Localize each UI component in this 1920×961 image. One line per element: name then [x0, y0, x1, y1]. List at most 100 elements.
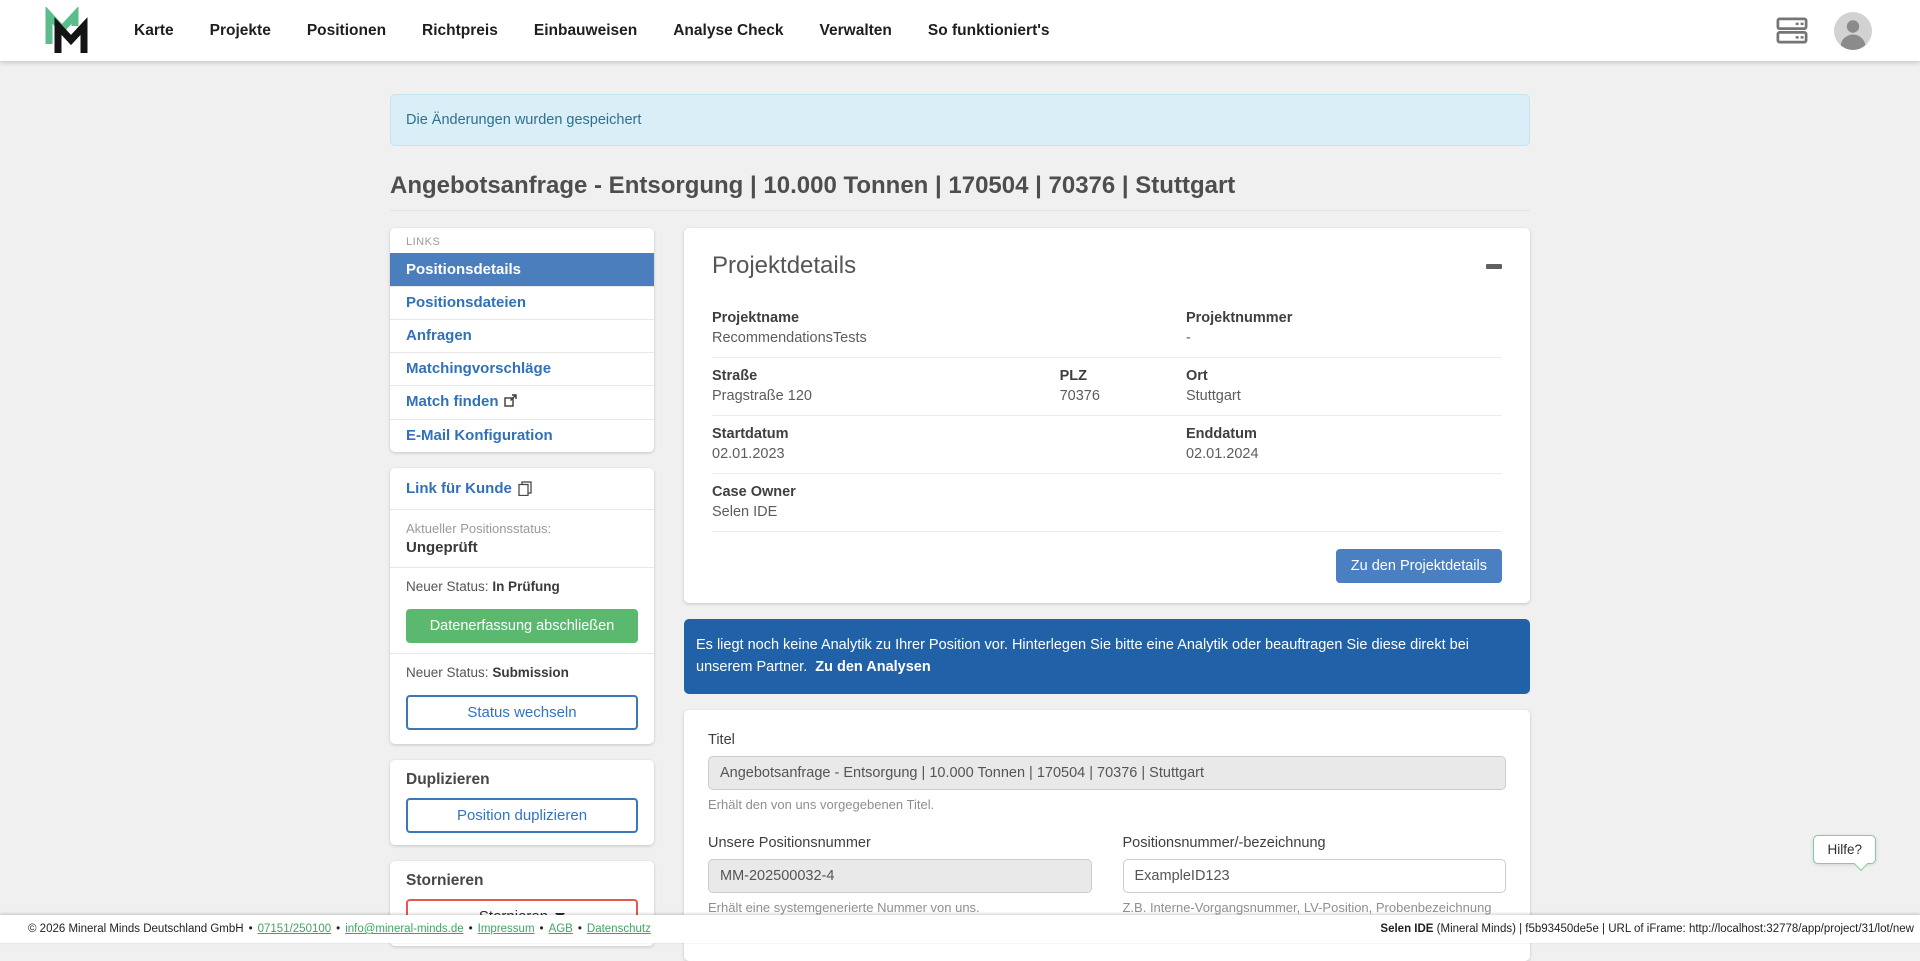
page-container: Die Änderungen wurden gespeichert Angebo… [390, 94, 1530, 961]
footer-agb-link[interactable]: AGB [549, 923, 573, 935]
field-value: RecommendationsTests [712, 330, 1186, 346]
nav-item-richtpreis[interactable]: Richtpreis [404, 22, 516, 40]
current-status-label: Aktueller Positionsstatus: [406, 521, 638, 536]
titel-label: Titel [708, 732, 1506, 748]
nav-item-karte[interactable]: Karte [116, 22, 192, 40]
sidebar-item-match-finden[interactable]: Match finden [390, 385, 654, 419]
nav-item-positionen[interactable]: Positionen [289, 22, 404, 40]
our-position-number-group: Unsere Positionsnummer Erhält eine syste… [708, 835, 1092, 915]
nav-item-so-funktionierts[interactable]: So funktioniert's [910, 22, 1068, 40]
nav-item-einbauweisen[interactable]: Einbauweisen [516, 22, 655, 40]
field-value: 02.01.2023 [712, 446, 1186, 462]
our-position-number-help: Erhält eine systemgenerierte Nummer von … [708, 900, 1092, 915]
field-label: Ort [1186, 368, 1502, 384]
nav-item-projekte[interactable]: Projekte [192, 22, 289, 40]
footer-email-link[interactable]: info@mineral-minds.de [345, 923, 463, 935]
sidebar-item-positionsdetails[interactable]: Positionsdetails [390, 253, 654, 286]
footer: © 2026 Mineral Minds Deutschland GmbH • … [0, 915, 1920, 943]
user-avatar-icon[interactable] [1834, 12, 1872, 50]
new-status-value: In Prüfung [492, 579, 560, 594]
field-label: Enddatum [1186, 426, 1502, 442]
titel-input[interactable] [708, 756, 1506, 790]
sidebar-item-email-konfiguration[interactable]: E-Mail Konfiguration [390, 419, 654, 452]
field-label: Case Owner [712, 484, 1502, 500]
footer-phone-link[interactable]: 07151/250100 [258, 923, 332, 935]
divider [390, 509, 654, 510]
divider [390, 653, 654, 654]
mineral-minds-logo[interactable] [42, 7, 90, 55]
field-label: Straße [712, 368, 1060, 384]
duplicate-position-button[interactable]: Position duplizieren [406, 798, 638, 833]
field-label: Projektnummer [1186, 310, 1502, 326]
help-button[interactable]: Hilfe? [1813, 835, 1876, 864]
to-project-details-button[interactable]: Zu den Projektdetails [1336, 549, 1502, 583]
sidebar-item-label: Matchingvorschläge [406, 360, 551, 377]
field-label: Startdatum [712, 426, 1186, 442]
footer-separator: • [469, 923, 473, 935]
project-row-address: Straße Pragstraße 120 PLZ 70376 Ort Stut… [712, 358, 1502, 416]
footer-impressum-link[interactable]: Impressum [478, 923, 535, 935]
footer-separator: • [336, 923, 340, 935]
project-details-heading: Projektdetails [712, 252, 856, 280]
sidebar-item-positionsdateien[interactable]: Positionsdateien [390, 286, 654, 319]
new-status-label: Neuer Status: [406, 665, 489, 680]
switch-status-button[interactable]: Status wechseln [406, 695, 638, 730]
field-value: Selen IDE [712, 504, 1502, 520]
sidebar-item-label: Match finden [406, 393, 499, 410]
status-card: Link für Kunde Aktueller Positionsstatus… [390, 468, 654, 744]
server-icon[interactable] [1776, 17, 1808, 44]
footer-session-details: (Mineral Minds) | f5b93450de5e | URL of … [1433, 923, 1914, 935]
main-nav: Karte Projekte Positionen Richtpreis Ein… [116, 22, 1068, 40]
new-status-label: Neuer Status: [406, 579, 489, 594]
project-details-card: Projektdetails Projektname Recommendatio… [684, 228, 1530, 603]
logo-icon [42, 7, 90, 55]
nav-item-verwalten[interactable]: Verwalten [802, 22, 910, 40]
links-card-header: LINKS [390, 228, 654, 253]
page-title: Angebotsanfrage - Entsorgung | 10.000 To… [390, 172, 1530, 211]
position-number-input[interactable] [1123, 859, 1507, 893]
sidebar-item-label: Anfragen [406, 327, 472, 344]
to-analyses-link[interactable]: Zu den Analysen [815, 659, 930, 675]
top-navigation-bar: Karte Projekte Positionen Richtpreis Ein… [0, 0, 1920, 61]
saved-alert: Die Änderungen wurden gespeichert [390, 94, 1530, 146]
footer-user: Selen IDE [1380, 923, 1433, 935]
footer-datenschutz-link[interactable]: Datenschutz [587, 923, 651, 935]
copy-icon [518, 481, 532, 496]
footer-separator: • [540, 923, 544, 935]
sidebar-item-anfragen[interactable]: Anfragen [390, 319, 654, 352]
field-label: PLZ [1060, 368, 1186, 384]
new-status-row-2: Neuer Status: Submission [390, 657, 654, 688]
field-value: - [1186, 330, 1502, 346]
new-status-value: Submission [492, 665, 569, 680]
field-value: Pragstraße 120 [712, 388, 1060, 404]
duplicate-heading: Duplizieren [390, 760, 654, 791]
sidebar-item-label: E-Mail Konfiguration [406, 427, 553, 444]
main-column: Projektdetails Projektname Recommendatio… [684, 228, 1530, 961]
collapse-minus-icon[interactable] [1486, 264, 1502, 269]
links-card: LINKS Positionsdetails Positionsdateien … [390, 228, 654, 452]
analytics-banner: Es liegt noch keine Analytik zu Ihrer Po… [684, 619, 1530, 694]
divider [390, 567, 654, 568]
our-position-number-input[interactable] [708, 859, 1092, 893]
complete-data-entry-button[interactable]: Datenerfassung abschließen [406, 609, 638, 643]
titel-help: Erhält den von uns vorgegebenen Titel. [708, 797, 1506, 812]
nav-item-analyse-check[interactable]: Analyse Check [655, 22, 801, 40]
position-number-group: Positionsnummer/-bezeichnung Z.B. Intern… [1123, 835, 1507, 915]
sidebar-item-matchingvorschlaege[interactable]: Matchingvorschläge [390, 352, 654, 385]
sidebar-item-label: Positionsdateien [406, 294, 526, 311]
saved-alert-text: Die Änderungen wurden gespeichert [406, 112, 641, 128]
footer-session-info: Selen IDE (Mineral Minds) | f5b93450de5e… [1380, 923, 1914, 935]
customer-link-label: Link für Kunde [406, 480, 512, 497]
analytics-banner-text: Es liegt noch keine Analytik zu Ihrer Po… [696, 637, 1469, 675]
project-row-name: Projektname RecommendationsTests Projekt… [712, 300, 1502, 358]
duplicate-card: Duplizieren Position duplizieren [390, 760, 654, 845]
field-value: 02.01.2024 [1186, 446, 1502, 462]
field-value: 70376 [1060, 388, 1186, 404]
sidebar: LINKS Positionsdetails Positionsdateien … [390, 228, 654, 946]
field-label: Projektname [712, 310, 1186, 326]
cancel-heading: Stornieren [390, 861, 654, 892]
topbar-right [1776, 12, 1872, 50]
project-row-owner: Case Owner Selen IDE [712, 474, 1502, 532]
new-status-row-1: Neuer Status: In Prüfung [390, 571, 654, 602]
customer-link[interactable]: Link für Kunde [406, 480, 532, 497]
